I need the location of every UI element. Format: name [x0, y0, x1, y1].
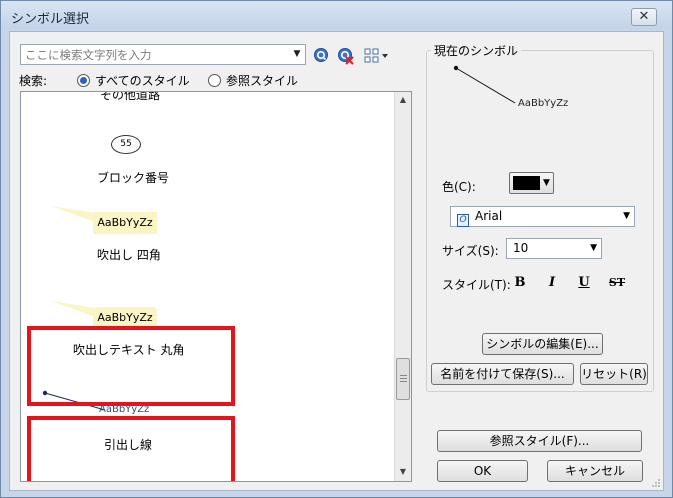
list-scrollbar[interactable]: ▲ ▼: [394, 92, 411, 481]
font-dropdown-arrow: ▼: [623, 211, 630, 221]
radio-all-styles-label[interactable]: すべてのスタイル: [95, 72, 190, 89]
view-options-icon[interactable]: [364, 47, 390, 65]
symbol-label-callout-square[interactable]: 吹出し 四角: [97, 246, 161, 263]
search-combobox[interactable]: ▼: [20, 44, 306, 65]
italic-button[interactable]: I: [543, 274, 561, 292]
window-title: シンボル選択: [11, 12, 90, 27]
highlight-box-leader-line: [27, 416, 235, 481]
radio-reference-styles[interactable]: [208, 74, 221, 87]
radio-all-styles[interactable]: [77, 74, 90, 87]
underline-button[interactable]: U: [575, 274, 593, 292]
edit-symbol-button[interactable]: シンボルの編集(E)...: [482, 333, 603, 355]
color-picker-button[interactable]: ▼: [509, 172, 554, 194]
bold-button[interactable]: B: [511, 274, 529, 292]
strikethrough-button[interactable]: ST: [605, 274, 629, 292]
close-button[interactable]: ✕: [631, 8, 657, 26]
search-icon[interactable]: [313, 47, 331, 65]
current-symbol-title: 現在のシンボル: [431, 42, 522, 59]
symbol-selector-window: シンボル選択 ✕ ▼ 検索: すべてのスタイル: [0, 0, 673, 498]
scroll-down-arrow-icon[interactable]: ▼: [395, 464, 411, 480]
size-label: サイズ(S):: [442, 244, 499, 258]
color-dropdown-arrow: ▼: [543, 178, 550, 188]
title-bar[interactable]: シンボル選択 ✕: [1, 1, 672, 29]
current-symbol-preview-text: AaBbYyZz: [518, 98, 569, 109]
size-combobox[interactable]: 10 ▼: [506, 238, 602, 259]
save-as-button[interactable]: 名前を付けて保存(S)...: [431, 363, 574, 385]
dialog-body: ▼ 検索: すべてのスタイル 参照スタイル その他道路 55: [9, 31, 664, 491]
symbol-label-other-road[interactable]: その他道路: [100, 92, 160, 103]
reference-styles-button[interactable]: 参照スタイル(F)...: [437, 430, 642, 452]
font-combobox[interactable]: O Arial ▼: [450, 206, 635, 227]
reset-button[interactable]: リセット(R): [580, 363, 648, 385]
symbol-list[interactable]: その他道路 55 ブロック番号 AaBbYyZz 吹出し 四角 AaBbYyZz…: [20, 91, 412, 482]
symbol-label-block-number[interactable]: ブロック番号: [97, 169, 169, 186]
current-symbol-leader-line: [453, 65, 516, 104]
search-input[interactable]: [21, 45, 283, 64]
style-label: スタイル(T):: [442, 278, 511, 292]
color-label: 色(C):: [442, 180, 476, 194]
resize-grip-icon[interactable]: [651, 478, 661, 488]
opentype-font-icon: O: [457, 214, 469, 227]
cancel-button[interactable]: キャンセル: [547, 460, 643, 482]
highlight-box-callout-rounded: [27, 326, 235, 406]
font-value: Arial: [475, 209, 503, 223]
search-scope-label: 検索:: [19, 74, 48, 88]
scroll-thumb[interactable]: [396, 358, 410, 400]
radio-reference-styles-label[interactable]: 参照スタイル: [226, 72, 298, 89]
callout-square-symbol[interactable]: AaBbYyZz: [93, 212, 157, 234]
size-dropdown-arrow: ▼: [590, 243, 597, 253]
block-number-symbol[interactable]: 55: [111, 135, 141, 154]
search-dropdown-arrow[interactable]: ▼: [289, 45, 305, 64]
ok-button[interactable]: OK: [437, 460, 528, 482]
color-swatch: [513, 176, 540, 190]
clear-search-icon[interactable]: [337, 47, 355, 65]
scroll-up-arrow-icon[interactable]: ▲: [395, 92, 411, 108]
size-value: 10: [513, 241, 529, 255]
